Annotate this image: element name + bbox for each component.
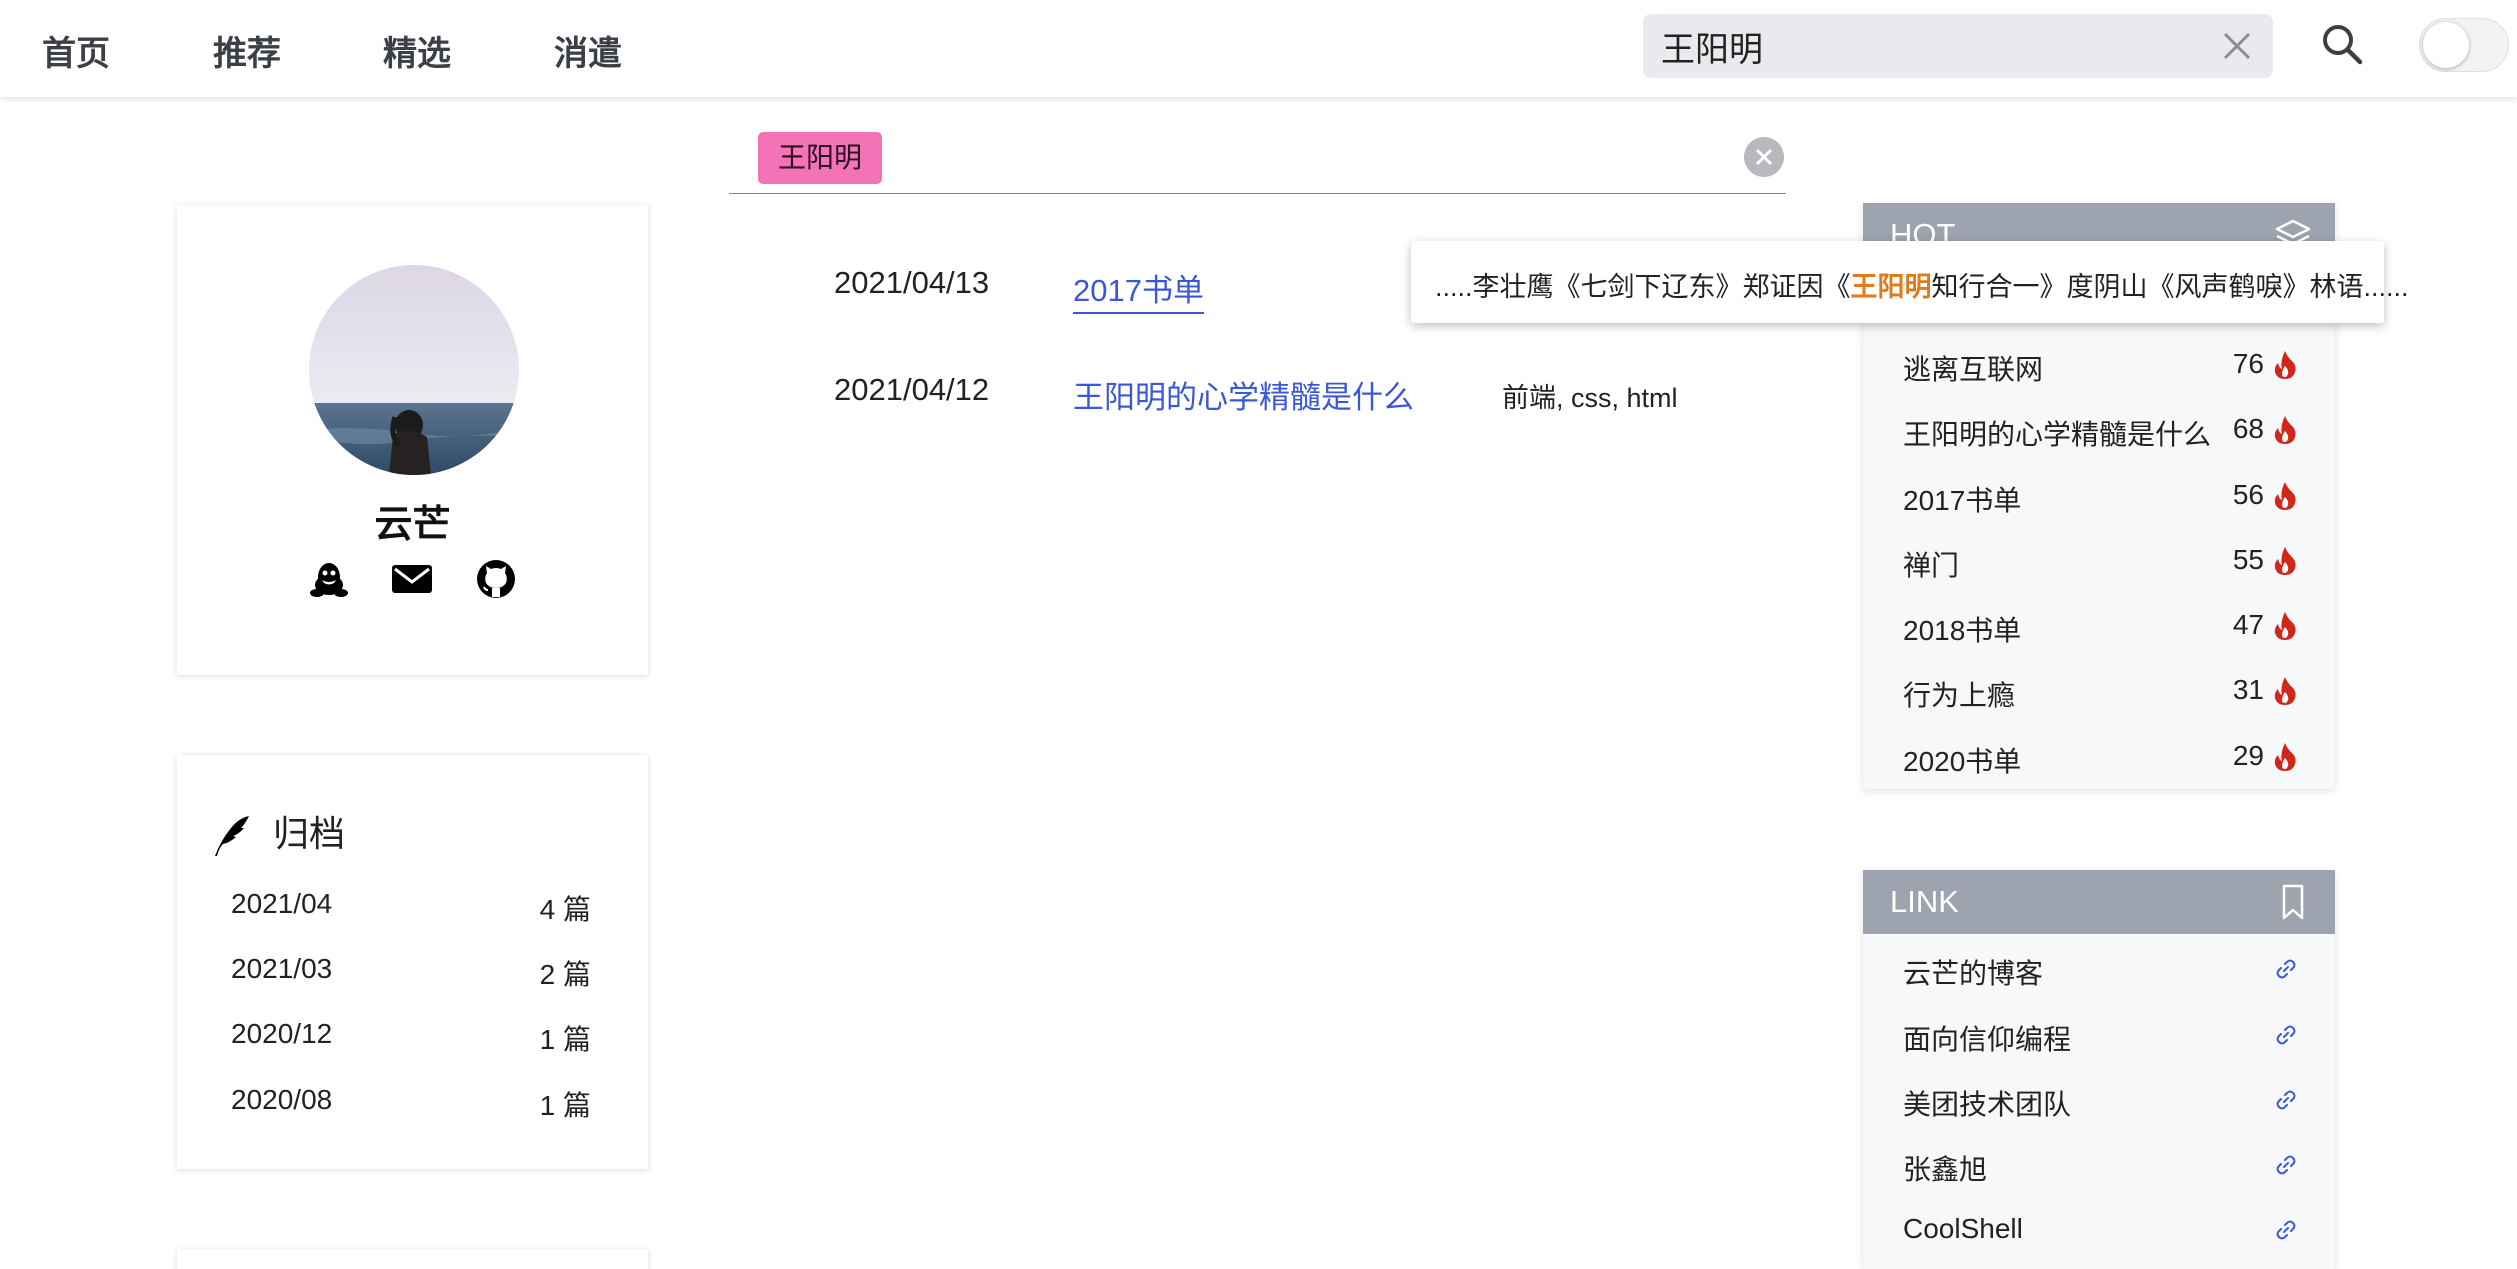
link-chain-icon bbox=[2276, 1090, 2296, 1110]
link-item[interactable]: CoolShell bbox=[1903, 1213, 2298, 1257]
link-header: LINK bbox=[1863, 870, 2335, 934]
hot-item[interactable]: 王阳明的心学精髓是什么 68 bbox=[1903, 413, 2298, 457]
hot-item-count: 47 bbox=[2232, 609, 2264, 640]
link-item[interactable]: 张鑫旭 bbox=[1903, 1148, 2298, 1192]
mail-icon[interactable] bbox=[390, 557, 434, 601]
link-item[interactable]: 美团技术团队 bbox=[1903, 1083, 2298, 1127]
link-item[interactable]: 面向信仰编程 bbox=[1903, 1018, 2298, 1062]
search-tag[interactable]: 王阳明 bbox=[758, 132, 883, 184]
hot-item-name: 2017书单 bbox=[1903, 485, 2022, 516]
link-chain-icon bbox=[2276, 1025, 2296, 1045]
link-item-name: CoolShell bbox=[1903, 1213, 2023, 1244]
hot-item-name: 2018书单 bbox=[1903, 615, 2022, 646]
nav-item-home[interactable]: 首页 bbox=[42, 26, 110, 75]
archive-count: 1 篇 bbox=[539, 1090, 591, 1121]
avatar bbox=[309, 265, 519, 475]
hot-item[interactable]: 2018书单 47 bbox=[1903, 609, 2298, 653]
archive-date: 2021/04 bbox=[231, 888, 333, 919]
toggle-knob bbox=[2423, 22, 2469, 68]
hot-item-name: 2020书单 bbox=[1903, 746, 2022, 777]
fire-icon bbox=[2274, 547, 2296, 575]
tooltip-after: 知行合一》度阴山《风声鹤唳》林语...... bbox=[1931, 272, 2409, 302]
tooltip-before: .....李壮鹰《七剑下辽东》郑证因《 bbox=[1435, 272, 1851, 302]
hot-item-name: 行为上瘾 bbox=[1903, 680, 2016, 711]
nav-item-leisure[interactable]: 消遣 bbox=[554, 26, 622, 75]
theme-toggle[interactable] bbox=[2419, 18, 2509, 72]
top-nav: 首页 推荐 精选 消遣 bbox=[0, 0, 2517, 97]
hot-item-name: 禅门 bbox=[1903, 550, 1960, 581]
link-panel: LINK 云芒的博客 面向信仰编程 美团技术团队 张鑫旭 CoolShell bbox=[1863, 870, 2335, 1269]
fire-icon bbox=[2274, 416, 2296, 444]
tooltip-highlight: 王阳明 bbox=[1850, 272, 1932, 302]
result-date: 2021/04/12 bbox=[834, 372, 990, 407]
hot-item[interactable]: 逃离互联网 76 bbox=[1903, 348, 2298, 392]
link-chain-icon bbox=[2276, 1220, 2296, 1240]
fire-icon bbox=[2274, 482, 2296, 510]
fire-icon bbox=[2274, 743, 2296, 771]
search-box bbox=[1643, 14, 2273, 78]
hot-item-name: 逃离互联网 bbox=[1903, 354, 2044, 385]
link-chain-icon bbox=[2276, 1155, 2296, 1175]
feather-icon bbox=[215, 816, 249, 857]
tooltip-text: .....李壮鹰《七剑下辽东》郑证因《王阳明知行合一》度阴山《风声鹤唳》林语..… bbox=[1435, 265, 2409, 304]
search-tag-bar: 王阳明 bbox=[729, 128, 1786, 194]
profile-card: 云芒 bbox=[177, 205, 648, 675]
result-date: 2021/04/13 bbox=[834, 265, 990, 300]
github-icon[interactable] bbox=[474, 557, 518, 601]
hot-item[interactable]: 行为上瘾 31 bbox=[1903, 674, 2298, 718]
clear-tags-icon[interactable] bbox=[1744, 137, 1784, 177]
link-item-name: 美团技术团队 bbox=[1903, 1089, 2072, 1120]
avatar-image bbox=[309, 265, 519, 475]
archive-date: 2020/08 bbox=[231, 1084, 333, 1115]
hot-item[interactable]: 2017书单 56 bbox=[1903, 479, 2298, 523]
hot-item-count: 31 bbox=[2232, 674, 2264, 705]
link-item[interactable]: 云芒的博客 bbox=[1903, 952, 2298, 996]
archive-card: 归档 2021/04 4 篇 2021/03 2 篇 2020/12 1 篇 2… bbox=[177, 755, 648, 1169]
archive-header: 归档 bbox=[211, 805, 345, 858]
nav-item-featured[interactable]: 精选 bbox=[383, 26, 451, 75]
link-item-name: 面向信仰编程 bbox=[1903, 1024, 2072, 1055]
hot-item-count: 76 bbox=[2232, 348, 2264, 379]
archive-count: 4 篇 bbox=[539, 894, 591, 925]
next-card bbox=[177, 1249, 648, 1269]
nav-item-recommend[interactable]: 推荐 bbox=[213, 26, 281, 75]
hot-item-count: 55 bbox=[2232, 544, 2264, 575]
archive-row[interactable]: 2020/08 1 篇 bbox=[231, 1084, 591, 1124]
archive-row[interactable]: 2020/12 1 篇 bbox=[231, 1018, 591, 1058]
archive-row[interactable]: 2021/03 2 篇 bbox=[231, 953, 591, 993]
archive-date: 2020/12 bbox=[231, 1018, 333, 1049]
archive-title: 归档 bbox=[273, 813, 346, 854]
hot-item[interactable]: 禅门 55 bbox=[1903, 544, 2298, 588]
close-icon[interactable] bbox=[2219, 28, 2255, 64]
hot-item-count: 29 bbox=[2232, 740, 2264, 771]
hot-item-count: 68 bbox=[2232, 413, 2264, 444]
search-snippet-tooltip: .....李壮鹰《七剑下辽东》郑证因《王阳明知行合一》度阴山《风声鹤唳》林语..… bbox=[1411, 241, 2409, 323]
search-icon[interactable] bbox=[2318, 20, 2366, 68]
hot-item-count: 56 bbox=[2232, 479, 2264, 510]
link-chain-icon bbox=[2276, 959, 2296, 979]
fire-icon bbox=[2274, 677, 2296, 705]
search-input[interactable] bbox=[1661, 14, 2201, 78]
link-item-name: 张鑫旭 bbox=[1903, 1154, 1988, 1185]
qq-penguin-icon[interactable] bbox=[307, 557, 351, 601]
result-tags: 前端, css, html bbox=[1502, 383, 1678, 413]
bookmark-icon bbox=[2282, 884, 2304, 920]
archive-count: 1 篇 bbox=[539, 1024, 591, 1055]
hot-item-name: 王阳明的心学精髓是什么 bbox=[1903, 419, 2212, 450]
result-title-link[interactable]: 王阳明的心学精髓是什么 bbox=[1073, 372, 1414, 417]
hot-item[interactable]: 2020书单 29 bbox=[1903, 740, 2298, 784]
link-title: LINK bbox=[1890, 884, 1959, 919]
archive-date: 2021/03 bbox=[231, 953, 333, 984]
fire-icon bbox=[2274, 351, 2296, 379]
fire-icon bbox=[2274, 612, 2296, 640]
link-item-name: 云芒的博客 bbox=[1903, 958, 2044, 989]
profile-name: 云芒 bbox=[374, 504, 451, 546]
archive-row[interactable]: 2021/04 4 篇 bbox=[231, 888, 591, 928]
result-title-link[interactable]: 2017书单 bbox=[1073, 265, 1204, 314]
archive-count: 2 篇 bbox=[539, 959, 591, 990]
